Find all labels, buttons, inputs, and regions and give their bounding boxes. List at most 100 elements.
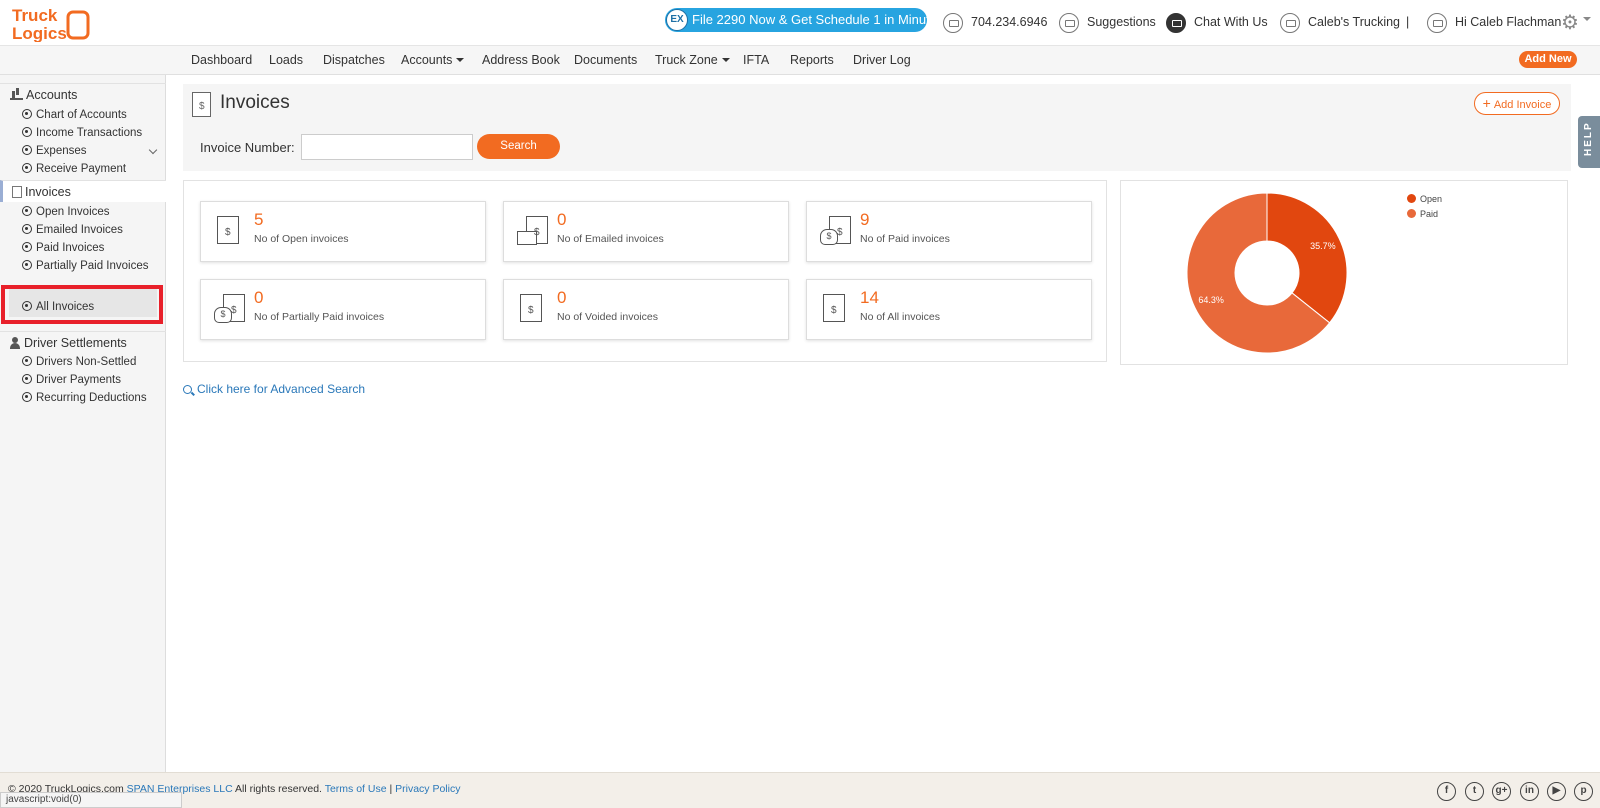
nav-dashboard[interactable]: Dashboard [191, 53, 252, 67]
nav-reports[interactable]: Reports [790, 53, 834, 67]
email-invoice-icon [517, 216, 548, 245]
bullet-icon [22, 242, 32, 252]
help-label: HELP [1583, 121, 1594, 156]
chevron-down-icon[interactable] [148, 145, 158, 155]
partially-paid-invoices-card[interactable]: 0 No of Partially Paid invoices [200, 279, 486, 340]
sidebar-item-driver-payments[interactable]: Driver Payments [22, 371, 121, 389]
open-invoices-card[interactable]: 5 No of Open invoices [200, 201, 486, 262]
card-count: 14 [860, 288, 879, 307]
legend-item-paid[interactable]: Paid [1407, 207, 1442, 222]
all-invoices-card[interactable]: 14 No of All invoices [806, 279, 1092, 340]
sidebar-item-income-transactions[interactable]: Income Transactions [22, 124, 142, 142]
youtube-icon[interactable]: ▶ [1547, 782, 1566, 801]
google-plus-icon[interactable]: g+ [1492, 782, 1511, 801]
card-label: No of Paid invoices [860, 233, 950, 245]
sidebar-item-recurring-deductions[interactable]: Recurring Deductions [22, 389, 147, 407]
search-button[interactable]: Search [477, 134, 560, 159]
chevron-down-icon[interactable] [1583, 17, 1591, 25]
privacy-link[interactable]: Privacy Policy [395, 783, 460, 795]
expresstrucktax-icon: EX [666, 9, 688, 31]
linkedin-icon[interactable]: in [1520, 782, 1539, 801]
pinterest-icon[interactable]: p [1574, 782, 1593, 801]
search-icon [183, 385, 192, 394]
caret-down-icon [456, 58, 465, 66]
terms-link[interactable]: Terms of Use [325, 783, 387, 795]
nav-truck-zone-label: Truck Zone [655, 53, 718, 67]
bullet-icon [22, 374, 32, 384]
sidebar-head-accounts[interactable]: Accounts [0, 83, 166, 105]
bullet-icon [22, 163, 32, 173]
sidebar-head-driver-settlements[interactable]: Driver Settlements [0, 331, 166, 353]
add-invoice-button[interactable]: + Add Invoice [1474, 92, 1560, 115]
card-label: No of Open invoices [254, 233, 349, 245]
invoice-icon [192, 92, 211, 117]
card-label: No of Emailed invoices [557, 233, 664, 245]
sidebar-item-expenses[interactable]: Expenses [22, 142, 87, 160]
nav-documents[interactable]: Documents [574, 53, 637, 67]
sidebar-item-open-invoices[interactable]: Open Invoices [22, 203, 110, 221]
nav-dispatches[interactable]: Dispatches [323, 53, 385, 67]
chat-link[interactable]: Chat With Us [1166, 12, 1268, 33]
nav-address-book[interactable]: Address Book [482, 53, 560, 67]
suggestions-label: Suggestions [1087, 15, 1156, 29]
emailed-invoices-card[interactable]: 0 No of Emailed invoices [503, 201, 789, 262]
sidebar-head-invoices[interactable]: Invoices [0, 180, 166, 202]
building-icon [1280, 12, 1300, 33]
sidebar-item-receive-payment[interactable]: Receive Payment [22, 160, 126, 178]
sidebar-item-chart-of-accounts[interactable]: Chart of Accounts [22, 106, 127, 124]
driver-icon [10, 337, 20, 349]
void-invoice-icon [520, 294, 542, 322]
nav-driver-log[interactable]: Driver Log [853, 53, 911, 67]
nav-ifta[interactable]: IFTA [743, 53, 769, 67]
card-label: No of Voided invoices [557, 311, 658, 323]
sidebar-item-paid-invoices[interactable]: Paid Invoices [22, 239, 104, 257]
twitter-icon[interactable]: t [1465, 782, 1484, 801]
card-label: No of All invoices [860, 311, 940, 323]
sidebar-item-label: Drivers Non-Settled [36, 356, 137, 368]
company-name: Caleb's Trucking [1308, 15, 1401, 29]
trucklogics-logo[interactable]: Truck Logics [10, 4, 92, 42]
invoice-icon [217, 216, 239, 244]
promo-banner-2290[interactable]: EX File 2290 Now & Get Schedule 1 in Min… [665, 8, 943, 32]
svg-text:Truck: Truck [12, 6, 58, 25]
bullet-icon [22, 356, 32, 366]
legend-label: Open [1420, 194, 1443, 204]
rights-label: All rights reserved. [235, 783, 322, 795]
phone-link[interactable]: 704.234.6946 [943, 12, 1047, 33]
sidebar-item-label: Paid Invoices [36, 242, 105, 254]
nav-loads[interactable]: Loads [269, 53, 303, 67]
gear-icon[interactable]: ⚙ [1561, 10, 1579, 35]
help-tab[interactable]: HELP [1578, 116, 1600, 168]
header-separator: | [1406, 15, 1410, 29]
sidebar-item-drivers-non-settled[interactable]: Drivers Non-Settled [22, 353, 136, 371]
facebook-icon[interactable]: f [1437, 782, 1456, 801]
sidebar-item-label: Partially Paid Invoices [36, 260, 149, 272]
invoice-number-input[interactable] [301, 134, 473, 160]
suggestions-link[interactable]: Suggestions [1059, 12, 1156, 33]
user-greeting: Hi Caleb Flachman [1455, 15, 1562, 29]
sidebar-item-partially-paid-invoices[interactable]: Partially Paid Invoices [22, 257, 149, 275]
legend-item-open[interactable]: Open [1407, 192, 1442, 207]
nav-accounts[interactable]: Accounts [401, 53, 465, 67]
company-link[interactable]: Caleb's Trucking [1280, 12, 1401, 33]
invoice-number-label: Invoice Number: [200, 140, 295, 155]
main-nav: Dashboard Loads Dispatches Accounts Addr… [0, 46, 1600, 75]
chat-label: Chat With Us [1194, 15, 1268, 29]
nav-truck-zone[interactable]: Truck Zone [655, 53, 730, 67]
paid-invoices-card[interactable]: 9 No of Paid invoices [806, 201, 1092, 262]
sidebar-item-label: Income Transactions [36, 127, 143, 139]
user-menu[interactable]: Hi Caleb Flachman [1427, 12, 1562, 33]
advanced-search-link[interactable]: Click here for Advanced Search [183, 382, 365, 396]
bullet-icon [22, 127, 32, 137]
add-new-button[interactable]: Add New [1519, 51, 1577, 68]
sidebar-item-emailed-invoices[interactable]: Emailed Invoices [22, 221, 123, 239]
user-icon [1427, 12, 1447, 33]
legend-label: Paid [1420, 209, 1439, 219]
chart-icon [10, 88, 23, 100]
sidebar-item-label: Open Invoices [36, 206, 110, 218]
voided-invoices-card[interactable]: 0 No of Voided invoices [503, 279, 789, 340]
card-count: 0 [254, 288, 264, 307]
card-label: No of Partially Paid invoices [254, 311, 385, 323]
card-count: 0 [557, 210, 567, 229]
bullet-icon [22, 224, 32, 234]
